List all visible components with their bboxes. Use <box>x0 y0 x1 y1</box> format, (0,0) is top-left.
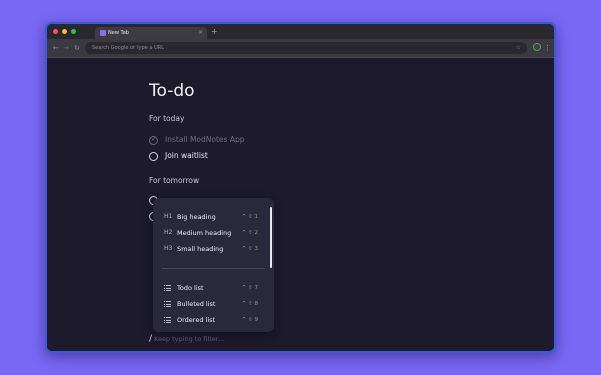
more-menu-icon[interactable]: ⋮ <box>544 39 551 57</box>
star-icon[interactable]: ☆ <box>516 42 521 54</box>
menu-item-label: Big heading <box>177 213 216 221</box>
menu-item-ordered-list[interactable]: Ordered list ^ ⇧ 9 <box>153 313 268 327</box>
slash-command-menu: H1 Big heading ^ ⇧ 1 H2 Medium heading ^… <box>153 198 274 332</box>
back-arrow-icon[interactable]: ← <box>53 39 59 57</box>
menu-item-bulleted-list[interactable]: Bulleted list ^ ⇧ 8 <box>153 297 268 311</box>
menu-item-label: Small heading <box>177 245 224 253</box>
shortcut-hint: ^ ⇧ 1 <box>241 214 258 220</box>
menu-item-label: Medium heading <box>177 229 232 237</box>
shortcut-hint: ^ ⇧ 2 <box>241 230 258 236</box>
close-window-button[interactable] <box>53 29 58 34</box>
todo-label: Install ModNotes App <box>165 135 245 144</box>
heading-3-icon: H3 <box>164 245 173 252</box>
shortcut-hint: ^ ⇧ 3 <box>241 246 258 252</box>
shortcut-hint: ^ ⇧ 9 <box>241 317 258 323</box>
menu-item-todo-list[interactable]: Todo list ^ ⇧ 7 <box>153 281 268 295</box>
tab-close-icon[interactable]: × <box>198 27 203 39</box>
slash-prefix: / <box>149 334 153 344</box>
list-icon <box>164 301 171 307</box>
menu-divider <box>162 268 265 269</box>
address-bar[interactable]: Search Google or type a URL ☆ <box>85 42 527 54</box>
filter-input[interactable] <box>154 333 314 345</box>
menu-item-big-heading[interactable]: H1 Big heading ^ ⇧ 1 <box>153 210 268 224</box>
checkmark-icon: ✓ <box>151 135 157 143</box>
menu-scrollbar[interactable] <box>270 207 272 268</box>
page-title: To-do <box>149 81 195 101</box>
section-heading-today: For today <box>149 114 185 123</box>
minimize-window-button[interactable] <box>62 29 67 34</box>
tab-bar: New Tab × + <box>47 24 554 39</box>
menu-item-medium-heading[interactable]: H2 Medium heading ^ ⇧ 2 <box>153 226 268 240</box>
address-placeholder: Search Google or type a URL <box>92 45 165 51</box>
list-icon <box>164 317 171 323</box>
checkbox-done[interactable]: ✓ <box>149 135 158 145</box>
menu-item-label: Ordered list <box>177 316 216 324</box>
tab-title: New Tab <box>108 30 129 36</box>
browser-window: New Tab × + ← → ↻ Search Google or type … <box>45 22 556 353</box>
checkbox[interactable] <box>149 152 158 161</box>
heading-2-icon: H2 <box>164 229 173 236</box>
menu-item-label: Bulleted list <box>177 300 216 308</box>
profile-avatar[interactable] <box>533 43 541 51</box>
tab-new-tab[interactable]: New Tab × <box>95 27 207 39</box>
forward-arrow-icon[interactable]: → <box>63 39 69 57</box>
browser-toolbar: ← → ↻ Search Google or type a URL ☆ ⋮ <box>47 39 554 58</box>
new-tab-button[interactable]: + <box>211 27 218 37</box>
shortcut-hint: ^ ⇧ 7 <box>241 285 258 291</box>
maximize-window-button[interactable] <box>71 29 76 34</box>
shortcut-hint: ^ ⇧ 8 <box>241 301 258 307</box>
heading-1-icon: H1 <box>164 213 173 220</box>
menu-item-label: Todo list <box>177 284 204 292</box>
page-content: To-do For today ✓ Install ModNotes App J… <box>47 58 554 351</box>
favicon-icon <box>100 30 106 36</box>
section-heading-tomorrow: For tomorrow <box>149 176 200 185</box>
list-icon <box>164 285 171 291</box>
menu-item-small-heading[interactable]: H3 Small heading ^ ⇧ 3 <box>153 242 268 256</box>
todo-label: Join waitlist <box>165 151 208 160</box>
reload-icon[interactable]: ↻ <box>74 39 80 57</box>
